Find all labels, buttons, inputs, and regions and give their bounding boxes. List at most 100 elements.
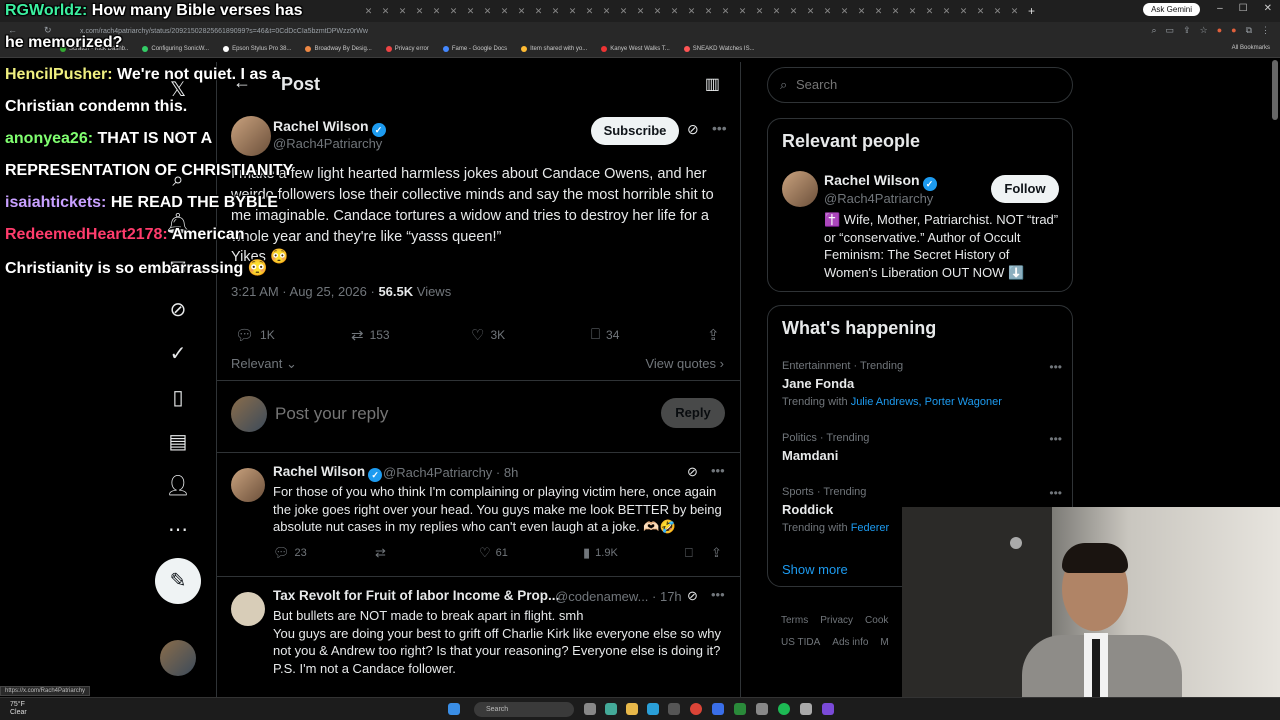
- more-icon[interactable]: ⋯: [164, 516, 192, 544]
- spotify-icon[interactable]: [778, 703, 790, 715]
- bookmark-item[interactable]: SNEAKD Watches IS...: [683, 45, 755, 52]
- avatar[interactable]: [231, 592, 265, 626]
- tab-close-icon[interactable]: ✕: [751, 6, 768, 17]
- bookmark-item[interactable]: Configuring SonicW...: [142, 45, 209, 52]
- tab-close-icon[interactable]: ✕: [411, 6, 428, 17]
- tab-close-icon[interactable]: ✕: [819, 6, 836, 17]
- tab-close-icon[interactable]: ✕: [955, 6, 972, 17]
- author-handle[interactable]: @Rach4Patriarchy: [824, 191, 933, 206]
- more-options-icon[interactable]: •••: [1049, 432, 1062, 446]
- share-icon[interactable]: ⇪: [1183, 25, 1191, 36]
- taskview-icon[interactable]: [584, 703, 596, 715]
- new-tab-icon[interactable]: +: [1023, 4, 1040, 18]
- bookmark-item[interactable]: Broadway By Desig...: [305, 45, 372, 52]
- reply-item[interactable]: Rachel Wilson ✓ @Rach4Patriarchy · 8h ⊘ •…: [217, 458, 740, 578]
- tab-close-icon[interactable]: ✕: [564, 6, 581, 17]
- ask-gemini-button[interactable]: Ask Gemini: [1143, 3, 1200, 16]
- repost-action[interactable]: ⇄: [375, 545, 391, 561]
- tab-close-icon[interactable]: ✕: [972, 6, 989, 17]
- tab-close-icon[interactable]: ✕: [615, 6, 632, 17]
- tab-close-icon[interactable]: ✕: [853, 6, 870, 17]
- reply-action[interactable]: 💬︎ 23: [273, 545, 307, 561]
- author-name[interactable]: Rachel Wilson ✓: [273, 464, 383, 482]
- author-name[interactable]: Rachel Wilson ✓: [273, 118, 386, 137]
- more-options-icon[interactable]: •••: [711, 463, 725, 478]
- minimize-icon[interactable]: –: [1217, 3, 1223, 14]
- like-action[interactable]: ♡ 61: [479, 545, 508, 561]
- tab-close-icon[interactable]: ✕: [513, 6, 530, 17]
- tab-close-icon[interactable]: ✕: [870, 6, 887, 17]
- reply-sort-dropdown[interactable]: Relevant ⌄: [231, 356, 297, 372]
- extension-icon[interactable]: ●: [1231, 25, 1236, 36]
- share-action[interactable]: ⇪: [707, 326, 720, 344]
- app-icon[interactable]: [800, 703, 812, 715]
- tab-close-icon[interactable]: ✕: [989, 6, 1006, 17]
- scrollbar[interactable]: [1272, 60, 1278, 120]
- avatar[interactable]: [782, 171, 818, 207]
- view-quotes-link[interactable]: View quotes ›: [645, 356, 724, 371]
- footer-link[interactable]: Terms: [781, 615, 808, 626]
- bookmark-item[interactable]: Fame - Google Docs: [442, 45, 507, 52]
- more-options-icon[interactable]: •••: [711, 587, 725, 602]
- tab-close-icon[interactable]: ✕: [479, 6, 496, 17]
- author-name[interactable]: Tax Revolt for Fruit of labor Income & P…: [273, 588, 559, 603]
- tab-close-icon[interactable]: ✕: [496, 6, 513, 17]
- tab-close-icon[interactable]: ✕: [377, 6, 394, 17]
- all-bookmarks-link[interactable]: All Bookmarks: [1232, 45, 1270, 51]
- menu-icon[interactable]: ⋮: [1261, 25, 1270, 36]
- search-input[interactable]: [796, 77, 1056, 92]
- tab-close-icon[interactable]: ✕: [428, 6, 445, 17]
- app-icon[interactable]: [756, 703, 768, 715]
- avatar[interactable]: [160, 640, 196, 676]
- tab-close-icon[interactable]: ✕: [836, 6, 853, 17]
- tab-close-icon[interactable]: ✕: [717, 6, 734, 17]
- tab-close-icon[interactable]: ✕: [598, 6, 615, 17]
- bookmark-action[interactable]: ⎕: [685, 545, 693, 561]
- footer-link[interactable]: Ads info: [832, 637, 868, 648]
- grok-icon[interactable]: ⊘: [164, 296, 192, 324]
- start-icon[interactable]: [448, 703, 460, 715]
- taskbar-search[interactable]: Search: [474, 702, 574, 717]
- bookmark-item[interactable]: Item shared with yo...: [521, 45, 587, 52]
- tab-close-icon[interactable]: ✕: [581, 6, 598, 17]
- repost-action[interactable]: ⇄ 153: [351, 326, 390, 344]
- extension-icon[interactable]: ●: [1217, 25, 1222, 36]
- tab-close-icon[interactable]: ✕: [785, 6, 802, 17]
- author-handle[interactable]: @codenamew... · 17h: [555, 589, 682, 604]
- tab-close-icon[interactable]: ✕: [445, 6, 462, 17]
- reply-input[interactable]: [275, 404, 635, 424]
- grok-icon[interactable]: ⊘: [687, 464, 698, 480]
- close-icon[interactable]: ✕: [1264, 3, 1272, 14]
- maximize-icon[interactable]: ☐: [1239, 3, 1248, 14]
- footer-link[interactable]: Cook: [865, 615, 888, 626]
- trend-item[interactable]: Entertainment · Trending Jane Fonda Tren…: [782, 360, 1062, 408]
- reply-action[interactable]: 💬︎ 1K: [235, 326, 275, 344]
- profile-icon[interactable]: 👤︎: [164, 472, 192, 500]
- tab-close-icon[interactable]: ✕: [700, 6, 717, 17]
- app-icon[interactable]: [668, 703, 680, 715]
- tab-close-icon[interactable]: ✕: [462, 6, 479, 17]
- tab-close-icon[interactable]: ✕: [1006, 6, 1023, 17]
- tab-close-icon[interactable]: ✕: [904, 6, 921, 17]
- puzzle-icon[interactable]: ⧉: [1246, 25, 1252, 36]
- tab-close-icon[interactable]: ✕: [394, 6, 411, 17]
- tab-close-icon[interactable]: ✕: [768, 6, 785, 17]
- tab-close-icon[interactable]: ✕: [632, 6, 649, 17]
- show-more-link[interactable]: Show more: [782, 562, 848, 577]
- chrome-icon[interactable]: [690, 703, 702, 715]
- app-icon[interactable]: [734, 703, 746, 715]
- app-icon[interactable]: [822, 703, 834, 715]
- footer-link[interactable]: Privacy: [820, 615, 853, 626]
- reader-mode-icon[interactable]: ▥: [705, 74, 720, 94]
- folder-icon[interactable]: [626, 703, 638, 715]
- more-options-icon[interactable]: •••: [1049, 486, 1062, 500]
- reply-button[interactable]: Reply: [661, 398, 725, 428]
- author-handle[interactable]: @Rach4Patriarchy: [273, 136, 382, 151]
- compose-button[interactable]: ✎: [155, 558, 201, 604]
- more-options-icon[interactable]: •••: [712, 120, 727, 136]
- author-handle[interactable]: @Rach4Patriarchy · 8h: [383, 465, 518, 480]
- tab-close-icon[interactable]: ✕: [530, 6, 547, 17]
- zoom-icon[interactable]: ⌕: [1152, 25, 1157, 36]
- grok-icon[interactable]: ⊘: [687, 121, 699, 138]
- verified-icon[interactable]: ✓: [164, 340, 192, 368]
